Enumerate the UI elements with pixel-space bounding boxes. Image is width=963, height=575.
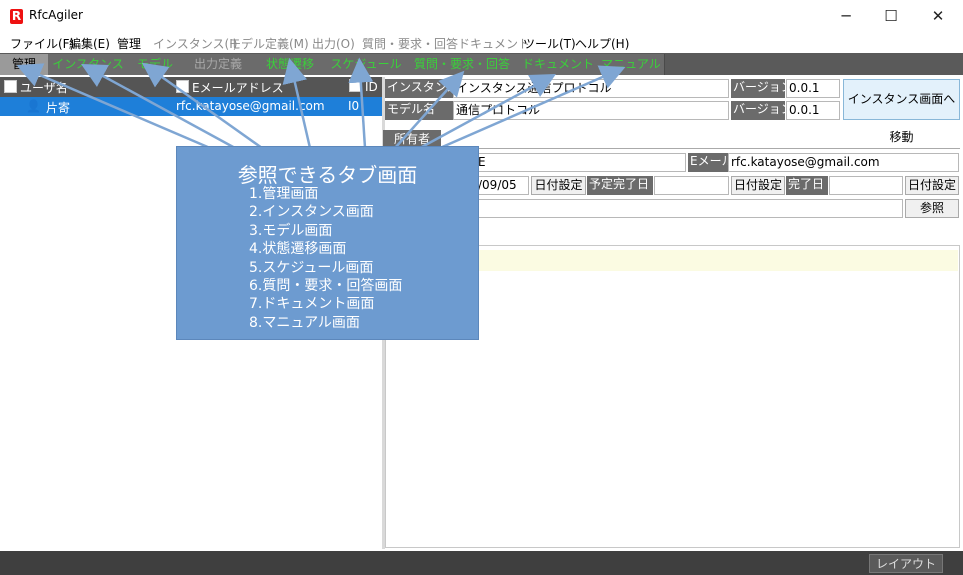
menu-qra[interactable]: 質問・要求・回答 xyxy=(362,35,458,52)
model-version-label: バージョン xyxy=(731,101,785,120)
go-to-instance-button[interactable]: インスタンス画面へ移動 xyxy=(843,79,960,144)
app-logo-icon: R xyxy=(10,9,23,24)
start-date-field[interactable]: /09/05 xyxy=(475,176,529,195)
menu-help[interactable]: ヘルプ(H) xyxy=(575,35,629,52)
layout-button[interactable]: レイアウト xyxy=(869,554,943,573)
menu-model-def[interactable]: モデル定義(M) xyxy=(229,35,309,52)
header-email[interactable]: Eメールアドレス xyxy=(176,79,284,96)
tab-instance[interactable]: インスタンス xyxy=(48,54,129,75)
menu-file[interactable]: ファイル(F) xyxy=(10,35,74,52)
menu-document[interactable]: ドキュメント xyxy=(458,35,530,52)
mail-icon xyxy=(176,80,189,93)
set-planned-date-button[interactable]: 日付設定 xyxy=(731,176,785,195)
callout-item: 6.質問・要求・回答画面 xyxy=(249,278,403,295)
model-version-field[interactable]: 0.0.1 xyxy=(786,101,840,120)
header-username[interactable]: ユーザ名 xyxy=(4,79,68,96)
tab-manual[interactable]: マニュアル xyxy=(598,54,665,75)
set-start-date-button[interactable]: 日付設定 xyxy=(531,176,586,195)
path-field[interactable] xyxy=(475,199,903,218)
tab-qra[interactable]: 質問・要求・回答 xyxy=(406,54,519,75)
model-name-label: モデル名 xyxy=(385,101,453,120)
tab-state-transition[interactable]: 状態遷移 xyxy=(254,54,327,75)
user-table-header: ユーザ名 Eメールアドレス ID xyxy=(0,77,382,97)
callout-item: 3.モデル画面 xyxy=(249,222,333,239)
tab-output-def[interactable]: 出力定義 xyxy=(182,54,255,75)
cell-username: 片寄 xyxy=(46,101,71,115)
menu-admin[interactable]: 管理 xyxy=(117,35,141,52)
tab-document[interactable]: ドキュメント xyxy=(518,54,599,75)
table-row[interactable]: 👤 片寄 rfc.katayose@gmail.com I0 xyxy=(0,97,382,116)
instance-version-label: バージョン xyxy=(731,79,785,98)
minimize-button[interactable]: ─ xyxy=(823,0,869,32)
tab-model[interactable]: モデル xyxy=(128,54,183,75)
planned-done-label: 予定完了日 xyxy=(587,176,653,195)
title-bar xyxy=(0,0,963,32)
instance-name-field[interactable]: インスタンス通信プロトコル xyxy=(453,79,729,98)
callout-item: 4.状態遷移画面 xyxy=(249,241,347,258)
close-button[interactable]: ✕ xyxy=(915,0,961,32)
browse-button[interactable]: 参照 xyxy=(905,199,959,218)
set-done-date-button[interactable]: 日付設定 xyxy=(905,176,959,195)
maximize-button[interactable]: ☐ xyxy=(868,0,914,32)
email-field[interactable]: rfc.katayose@gmail.com xyxy=(728,153,959,172)
planned-done-field[interactable] xyxy=(654,176,729,195)
callout-item: 1.管理画面 xyxy=(249,186,319,202)
tab-strip: 管理 インスタンス モデル 出力定義 状態遷移 スケジュール 質問・要求・回答 … xyxy=(0,53,963,75)
menu-bar: ファイル(F) 編集(E) 管理 インスタンス(I) モデル定義(M) 出力(O… xyxy=(0,32,963,53)
status-bar xyxy=(0,551,963,575)
callout-list: 1.管理画面 2.インスタンス画面 3.モデル画面 4.状態遷移画面 5.スケジ… xyxy=(249,185,402,332)
instance-name-label: インスタンス名 xyxy=(385,79,453,98)
user-icon xyxy=(4,80,17,93)
tab-admin[interactable]: 管理 xyxy=(0,54,49,75)
owner-name-field[interactable]: E xyxy=(475,153,686,172)
menu-instance[interactable]: インスタンス(I) xyxy=(153,35,237,52)
callout-box: 参照できるタブ画面 1.管理画面 2.インスタンス画面 3.モデル画面 4.状態… xyxy=(176,146,479,340)
done-date-field[interactable] xyxy=(829,176,903,195)
menu-tools[interactable]: ツール(T) xyxy=(523,35,576,52)
cell-email: rfc.katayose@gmail.com xyxy=(176,99,325,113)
header-id[interactable]: ID xyxy=(349,79,378,94)
menu-output[interactable]: 出力(O) xyxy=(312,35,355,52)
tab-schedule[interactable]: スケジュール xyxy=(326,54,407,75)
callout-item: 2.インスタンス画面 xyxy=(249,204,374,221)
callout-title: 参照できるタブ画面 xyxy=(237,163,418,187)
instance-version-field[interactable]: 0.0.1 xyxy=(786,79,840,98)
callout-item: 8.マニュアル画面 xyxy=(249,314,360,331)
person-icon: 👤 xyxy=(26,99,41,113)
menu-edit[interactable]: 編集(E) xyxy=(69,35,110,52)
email-label: Eメール xyxy=(688,153,728,172)
callout-item: 7.ドキュメント画面 xyxy=(249,296,375,313)
cell-id: I0 xyxy=(348,99,360,113)
callout-item: 5.スケジュール画面 xyxy=(249,259,374,276)
model-name-field[interactable]: 通信プロトコル xyxy=(453,101,729,120)
done-date-label: 完了日 xyxy=(786,176,828,195)
id-icon xyxy=(349,79,362,92)
app-title: RfcAgiler xyxy=(29,8,83,22)
